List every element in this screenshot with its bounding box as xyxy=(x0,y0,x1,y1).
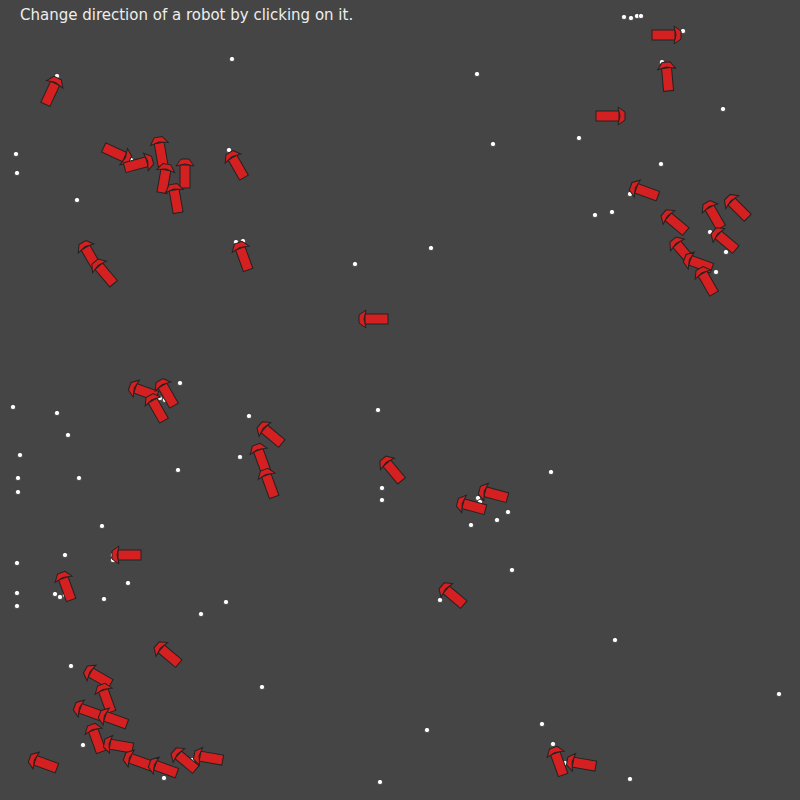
ball xyxy=(246,413,251,418)
ball xyxy=(52,591,57,596)
ball xyxy=(14,603,19,608)
ball xyxy=(10,404,15,409)
ball xyxy=(776,691,781,696)
ball xyxy=(592,212,597,217)
ball xyxy=(609,209,614,214)
robot[interactable] xyxy=(149,136,172,168)
ball xyxy=(352,261,357,266)
ball xyxy=(379,497,384,502)
robot[interactable] xyxy=(657,61,677,91)
ball xyxy=(379,485,384,490)
robot[interactable] xyxy=(436,579,470,611)
ball xyxy=(229,56,234,61)
ball xyxy=(720,106,725,111)
ball xyxy=(375,407,380,412)
ball xyxy=(15,489,20,494)
ball xyxy=(14,590,19,595)
ball xyxy=(474,71,479,76)
ball xyxy=(54,410,59,415)
ball xyxy=(621,14,626,19)
ball xyxy=(14,560,19,565)
ball xyxy=(175,467,180,472)
robot[interactable] xyxy=(222,148,252,182)
ball xyxy=(509,567,514,572)
robot[interactable] xyxy=(628,178,661,205)
robot[interactable] xyxy=(122,151,155,176)
ball xyxy=(548,469,553,474)
robot[interactable] xyxy=(652,26,681,44)
robot[interactable] xyxy=(230,240,257,273)
robot[interactable] xyxy=(359,310,388,328)
ball xyxy=(424,727,429,732)
ball xyxy=(15,475,20,480)
ball xyxy=(14,170,19,175)
ball xyxy=(638,13,643,18)
ball xyxy=(490,141,495,146)
robot[interactable] xyxy=(112,546,141,564)
robot[interactable] xyxy=(692,264,722,298)
ball xyxy=(259,684,264,689)
ball xyxy=(437,597,442,602)
robot[interactable] xyxy=(142,391,172,425)
robot[interactable] xyxy=(658,206,692,238)
robot[interactable] xyxy=(477,481,510,506)
ball xyxy=(74,197,79,202)
robot[interactable] xyxy=(566,752,598,775)
ball xyxy=(428,245,433,250)
ball xyxy=(177,380,182,385)
simulation-stage: Change direction of a robot by clicking … xyxy=(0,0,800,800)
ball xyxy=(713,269,718,274)
ball xyxy=(658,161,663,166)
robot[interactable] xyxy=(699,198,729,232)
ball xyxy=(576,135,581,140)
ball xyxy=(68,663,73,668)
ball xyxy=(198,611,203,616)
ball xyxy=(237,454,242,459)
ball xyxy=(612,637,617,642)
ball xyxy=(76,475,81,480)
robot[interactable] xyxy=(721,191,754,224)
instruction-text: Change direction of a robot by clicking … xyxy=(20,6,353,24)
ball xyxy=(539,721,544,726)
robot[interactable] xyxy=(176,159,194,188)
robot[interactable] xyxy=(376,453,408,487)
ball xyxy=(101,596,106,601)
robot[interactable] xyxy=(151,638,185,670)
ball xyxy=(62,552,67,557)
robot[interactable] xyxy=(708,224,742,256)
ball xyxy=(223,599,228,604)
simulation-canvas xyxy=(0,0,800,800)
robot[interactable] xyxy=(53,570,80,603)
ball xyxy=(161,775,166,780)
ball xyxy=(57,594,62,599)
ball xyxy=(125,580,130,585)
ball xyxy=(494,517,499,522)
robot[interactable] xyxy=(596,107,625,125)
ball xyxy=(505,509,510,514)
ball xyxy=(17,452,22,457)
ball xyxy=(628,15,633,20)
robot[interactable] xyxy=(37,74,66,108)
ball xyxy=(80,742,85,747)
ball xyxy=(99,523,104,528)
robot[interactable] xyxy=(164,183,187,215)
robot[interactable] xyxy=(256,467,283,500)
robot[interactable] xyxy=(88,256,120,290)
ball xyxy=(723,249,728,254)
ball xyxy=(13,151,18,156)
ball xyxy=(550,741,555,746)
ball xyxy=(377,779,382,784)
ball xyxy=(468,522,473,527)
ball xyxy=(627,776,632,781)
ball xyxy=(65,432,70,437)
robot[interactable] xyxy=(193,746,225,769)
robot[interactable] xyxy=(27,750,60,777)
